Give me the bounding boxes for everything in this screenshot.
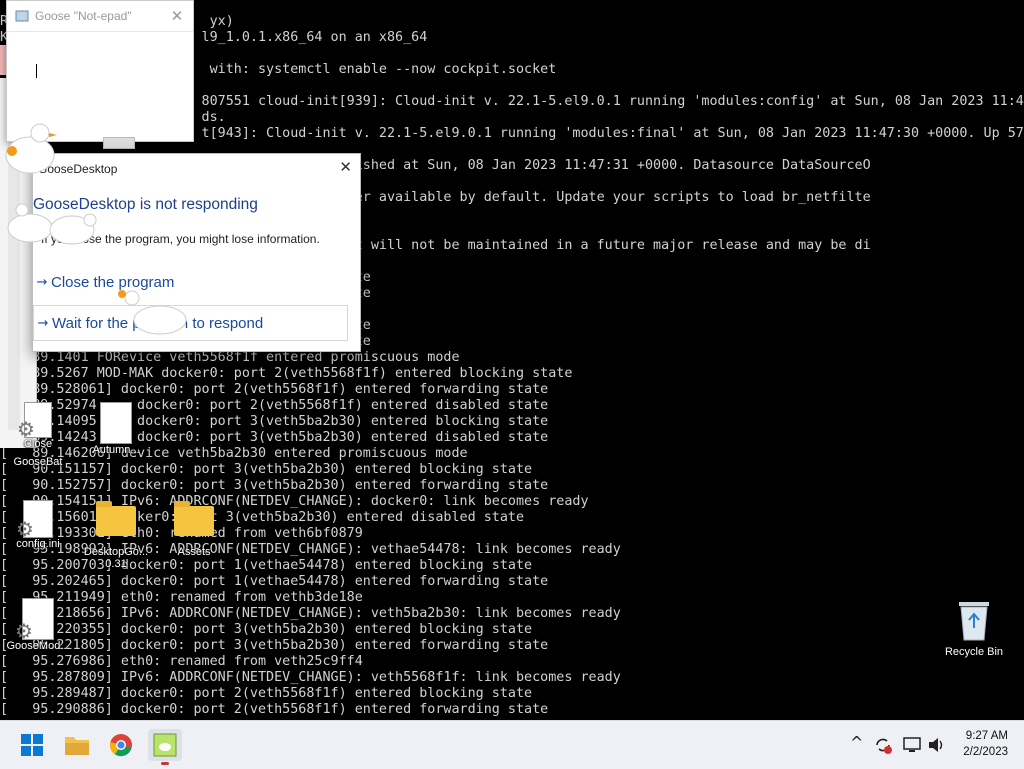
desktop-icon-sublabel: 0.31 xyxy=(105,558,127,570)
desktop-icon-label: config.ini xyxy=(16,538,60,550)
chrome-button[interactable] xyxy=(104,729,138,761)
arrow-right-icon: → xyxy=(37,315,49,331)
console-line: [ 90.156011 docker0: port 3(veth5ba2b30)… xyxy=(0,510,525,525)
goose-app-icon xyxy=(153,733,177,757)
console-line: 89.1401 FORevice veth5568f1f entered pro… xyxy=(0,350,460,365)
file-icon: ⚙ xyxy=(15,598,54,643)
console-line: [ 90.151157] docker0: port 3(veth5ba2b30… xyxy=(0,462,533,477)
console-line: [ 95.221805] docker0: port 3(veth5ba2b30… xyxy=(0,638,549,653)
sync-icon[interactable] xyxy=(873,735,893,755)
chrome-icon xyxy=(109,734,132,757)
console-line: [ 95.202465] docker0: port 1(vethae54478… xyxy=(0,574,549,589)
goose-sprite[interactable] xyxy=(0,200,100,255)
windows-icon xyxy=(21,734,43,756)
clock-time: 9:27 AM xyxy=(965,730,1008,742)
goose-desktop-taskbar-button[interactable] xyxy=(148,729,182,765)
goose-sprite[interactable] xyxy=(112,282,192,342)
desktop-icon-assets[interactable]: Assets xyxy=(158,501,230,558)
console-line: [ 90.152757] docker0: port 3(veth5ba2b30… xyxy=(0,478,549,493)
console-line: [ 95.287809] IPv6: ADDRCONF(NETDEV_CHANG… xyxy=(0,670,621,685)
active-indicator xyxy=(161,762,169,765)
taskbar-clock[interactable]: 9:27 AM 2/2/2023 xyxy=(963,728,1008,760)
file-icon: ⚙ xyxy=(16,500,53,541)
clock-date: 2/2/2023 xyxy=(963,746,1008,758)
desktop-icon-label: DesktopGo... xyxy=(83,546,149,558)
desktop-icon-config[interactable]: ⚙ config.ini xyxy=(2,500,74,550)
text-caret xyxy=(36,64,37,78)
desktop-icon-autumn[interactable]: Autumn... xyxy=(80,402,152,456)
desktop-icon-label: Close xyxy=(23,438,53,450)
desktop-icon-desktop-go[interactable]: DesktopGo... 0.31 xyxy=(80,501,152,570)
folder-icon xyxy=(174,501,214,536)
gear-icon: ⚙ xyxy=(15,619,33,643)
notepad-title: Goose "Not-epad" xyxy=(35,9,132,23)
taskbar: ^ 9:27 AM 2/2/2023 xyxy=(0,720,1024,769)
console-line: [ 95.276986] eth0: renamed from veth25c9… xyxy=(0,654,363,669)
desktop-icon-label: Assets xyxy=(177,546,211,558)
recycle-bin-icon xyxy=(959,602,989,641)
folder-icon xyxy=(65,737,89,755)
desktop-icon-label: GooseBat xyxy=(13,456,63,468)
console-line: 89.528061] docker0: port 2(veth5568f1f) … xyxy=(0,382,549,397)
network-icon[interactable] xyxy=(902,735,922,755)
volume-icon[interactable] xyxy=(926,735,946,755)
goose-sprite[interactable] xyxy=(0,115,60,185)
desktop-icon-label: Recycle Bin xyxy=(944,646,1004,658)
folder-icon xyxy=(96,501,136,536)
notepad-icon xyxy=(15,10,29,22)
notepad-scroll-handle[interactable] xyxy=(103,137,135,149)
desktop-icon-label: GooseMod... xyxy=(6,640,70,652)
console-line: [ 95.290886] docker0: port 2(veth5568f1f… xyxy=(0,702,549,717)
tray-overflow-chevron-icon[interactable]: ^ xyxy=(850,733,863,752)
desktop-icon-goose-mod[interactable]: ⚙ GooseMod... xyxy=(2,598,74,652)
file-explorer-button[interactable] xyxy=(60,729,94,761)
desktop-icon-goose-bat[interactable]: GooseBat xyxy=(2,456,74,468)
gear-icon: ⚙ xyxy=(17,417,35,441)
arrow-right-icon: → xyxy=(36,274,48,290)
desktop-icon-close[interactable]: ⚙ Close xyxy=(2,402,74,450)
desktop-icon-recycle-bin[interactable]: Recycle Bin xyxy=(938,598,1010,658)
console-line: 89.5267 MOD-MAK docker0: port 2(veth5568… xyxy=(0,366,573,381)
gear-icon: ⚙ xyxy=(16,517,34,541)
file-icon: ⚙ xyxy=(17,402,52,441)
notepad-title-bar[interactable]: Goose "Not-epad" ✕ xyxy=(7,1,193,32)
notepad-close-icon[interactable]: ✕ xyxy=(167,7,187,25)
start-button[interactable] xyxy=(15,729,49,761)
text-file-icon xyxy=(100,402,132,444)
desktop-icon-label: Autumn... xyxy=(92,444,140,456)
dialog-close-icon[interactable]: ✕ xyxy=(339,158,352,176)
console-line: [ 95.289487] docker0: port 2(veth5568f1f… xyxy=(0,686,533,701)
console-line: [ 95.218656] IPv6: ADDRCONF(NETDEV_CHANG… xyxy=(0,606,621,621)
console-line: [ 95.220355] docker0: port 3(veth5ba2b30… xyxy=(0,622,533,637)
